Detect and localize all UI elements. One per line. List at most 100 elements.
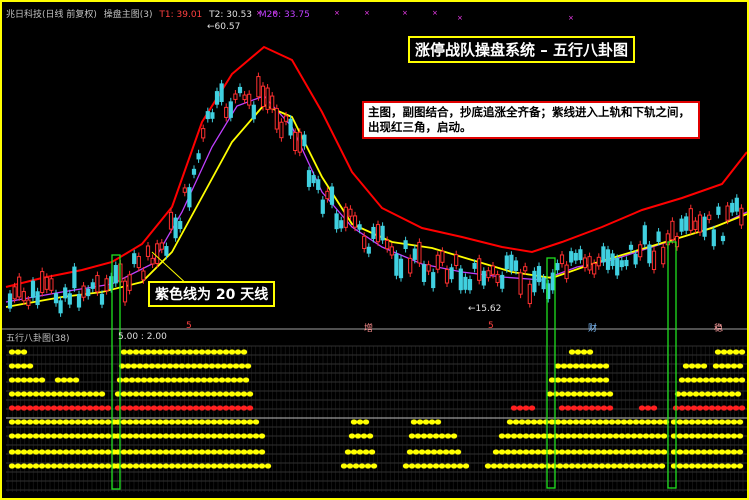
signal-dot xyxy=(426,433,434,439)
signal-dot xyxy=(528,433,536,439)
signal-dot xyxy=(676,419,684,425)
signal-dot xyxy=(20,363,28,369)
signal-dot xyxy=(552,449,560,455)
signal-dot xyxy=(44,449,52,455)
signal-dot xyxy=(144,405,152,411)
signal-dot xyxy=(208,363,216,369)
signal-dot xyxy=(606,449,614,455)
signal-dot xyxy=(92,449,100,455)
signal-dot xyxy=(186,449,194,455)
signal-dot xyxy=(204,349,212,355)
signal-dot xyxy=(156,349,164,355)
signal-dot xyxy=(640,463,648,469)
signal-dot xyxy=(14,419,22,425)
signal-dot xyxy=(586,463,594,469)
candle-body xyxy=(518,272,523,295)
signal-dot xyxy=(588,405,596,411)
signal-dot xyxy=(594,391,602,397)
candle-body xyxy=(458,268,463,291)
candle-body xyxy=(210,112,215,119)
signal-dot xyxy=(26,433,34,439)
signal-dot xyxy=(126,349,134,355)
signal-dot xyxy=(80,463,88,469)
signal-dot xyxy=(656,419,664,425)
signal-dot xyxy=(688,463,696,469)
candle-body xyxy=(127,274,132,291)
candle-body xyxy=(532,270,537,293)
signal-dot xyxy=(32,419,40,425)
signal-dot xyxy=(38,449,46,455)
candle-body xyxy=(417,241,422,264)
candle-body xyxy=(270,95,275,110)
signal-dot xyxy=(684,405,692,411)
signal-dot xyxy=(174,449,182,455)
signal-dot xyxy=(150,391,158,397)
signal-dot xyxy=(148,363,156,369)
signal-dot xyxy=(14,391,22,397)
signal-dot xyxy=(408,433,416,439)
signal-dot xyxy=(714,377,722,383)
signal-dot xyxy=(122,377,130,383)
signal-dot xyxy=(192,349,200,355)
signal-dot xyxy=(582,405,590,411)
candle-body xyxy=(651,250,657,271)
signal-dot xyxy=(692,391,700,397)
signal-dot xyxy=(246,463,254,469)
signal-dot xyxy=(660,449,668,455)
signal-dot xyxy=(170,377,178,383)
top-marker-x: × xyxy=(568,14,574,22)
signal-dot xyxy=(566,377,574,383)
signal-dot xyxy=(414,433,422,439)
signal-dot xyxy=(644,419,652,425)
candle-body xyxy=(283,115,289,122)
candle-body xyxy=(164,246,169,256)
signal-dot xyxy=(716,391,724,397)
signal-dot xyxy=(636,449,644,455)
candle-body xyxy=(449,267,454,280)
signal-dot xyxy=(154,363,162,369)
signal-dot xyxy=(104,449,112,455)
signal-dot xyxy=(26,405,34,411)
signal-dot xyxy=(550,463,558,469)
strategy-note-box: 主图，副图结合，抄底追涨全齐备；紫线进入上轨和下轨之间，出现红三角，启动。 xyxy=(362,101,700,139)
signal-dot xyxy=(638,419,646,425)
signal-dot xyxy=(198,419,206,425)
signal-dot xyxy=(566,363,574,369)
signal-dot xyxy=(358,463,366,469)
signal-dot xyxy=(584,363,592,369)
t1-value: T1: 39.01 xyxy=(159,10,203,20)
candle-body xyxy=(256,76,261,98)
signal-dot xyxy=(132,449,140,455)
candlestick-chart[interactable]: × × × × × ×× × xyxy=(2,2,747,498)
signal-dot xyxy=(62,419,70,425)
candle-body xyxy=(237,86,243,94)
signal-dot xyxy=(534,433,542,439)
signal-dot xyxy=(736,363,744,369)
signal-dot xyxy=(228,391,236,397)
candle-body xyxy=(523,266,528,272)
candle-body xyxy=(95,275,100,293)
signal-dot xyxy=(20,349,28,355)
signal-dot xyxy=(162,391,170,397)
signal-dot xyxy=(498,433,506,439)
candle-body xyxy=(316,179,321,190)
signal-dot xyxy=(612,449,620,455)
signal-dot xyxy=(414,463,422,469)
candle-body xyxy=(182,187,187,193)
signal-dot xyxy=(546,391,554,397)
candle-body xyxy=(628,244,634,250)
candle-body xyxy=(145,245,151,257)
signal-dot xyxy=(572,377,580,383)
chart-window[interactable]: × × × × × × × × 兆日科技(日线 前复权) 操盘主图(3) T1: 39.01 … xyxy=(0,0,749,500)
signal-dot xyxy=(532,463,540,469)
signal-dot xyxy=(690,377,698,383)
signal-dot xyxy=(504,433,512,439)
signal-dot xyxy=(80,391,88,397)
signal-dot xyxy=(242,377,250,383)
signal-dot xyxy=(712,433,720,439)
candle-body xyxy=(90,282,95,289)
signal-dot xyxy=(60,377,68,383)
candle-body xyxy=(541,277,546,290)
signal-dot xyxy=(708,377,716,383)
signal-dot xyxy=(454,449,462,455)
